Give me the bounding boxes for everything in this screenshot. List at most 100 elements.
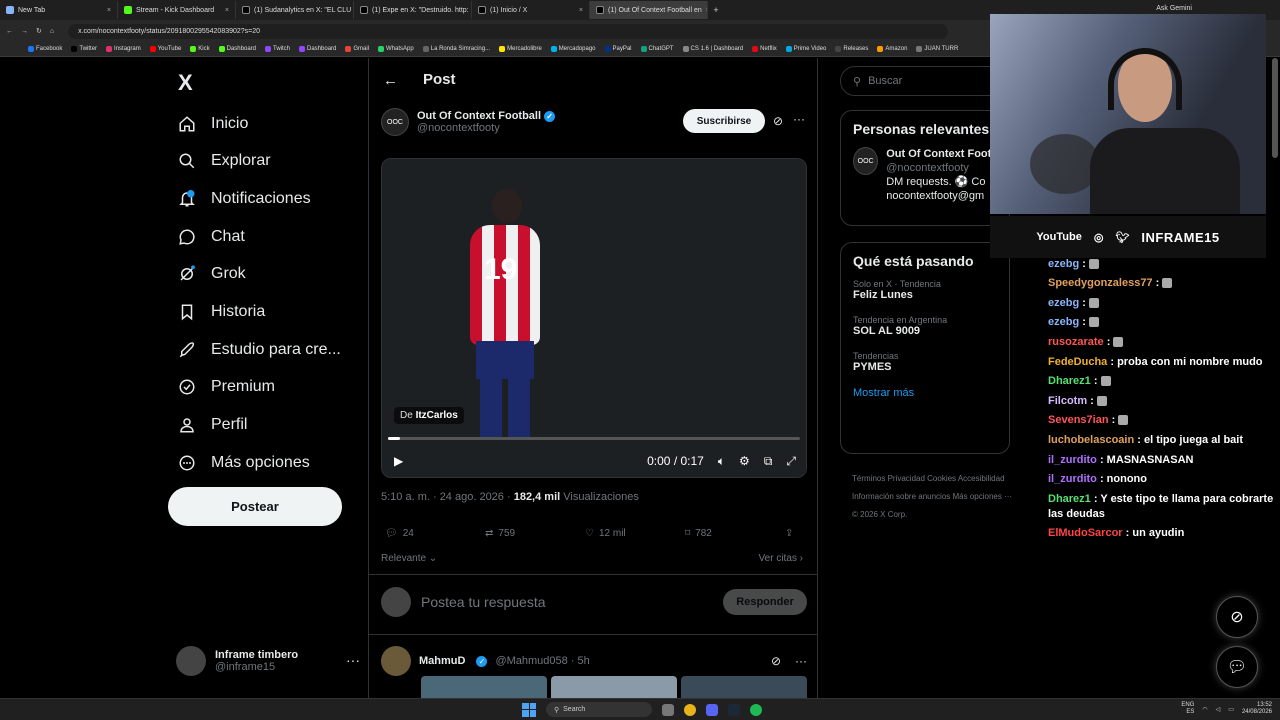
language-indicator[interactable]: ENG [1181, 702, 1194, 709]
volume-icon[interactable]: 🔈︎ [718, 454, 725, 469]
spotify-icon[interactable] [750, 703, 762, 716]
like-action[interactable]: ♡ 12 mil [585, 528, 685, 539]
nav-premium[interactable]: Premium [178, 378, 275, 396]
nav-chat[interactable]: Chat [178, 228, 245, 246]
bookmark-item[interactable]: Twitter [71, 46, 97, 52]
back-arrow-icon[interactable]: ← [6, 28, 13, 35]
nav-notifications[interactable]: Notificaciones [178, 190, 311, 208]
relevant-person[interactable]: OOC Out Of Context Football @nocontextfo… [853, 147, 997, 203]
post-button[interactable]: Postear [168, 487, 342, 526]
taskbar-search[interactable]: ⚲ Search [546, 702, 652, 717]
browser-tab[interactable]: (1) Inicio / X × [472, 1, 590, 19]
forward-arrow-icon[interactable]: → [21, 28, 28, 35]
sort-dropdown[interactable]: Relevante ⌄ [381, 553, 437, 564]
url-input[interactable]: x.com/nocontextfooty/status/209180029554… [68, 23, 949, 39]
reply-author-name[interactable]: MahmuD [419, 655, 465, 667]
bookmark-item[interactable]: Prime Video [785, 46, 826, 52]
avatar[interactable] [381, 646, 411, 676]
bookmark-item[interactable]: Instagram [106, 46, 141, 52]
browser-tab[interactable]: (1) Expe en X: "Destruido. http:× [354, 1, 472, 19]
bookmark-item[interactable]: Dashboard [299, 46, 336, 52]
settings-gear-icon[interactable]: ⚙ [739, 454, 750, 468]
share-icon[interactable]: ⇪ [785, 528, 793, 539]
clock-time[interactable]: 13:52 [1242, 702, 1272, 709]
reply-media[interactable] [421, 676, 807, 698]
author-name[interactable]: Out Of Context Football [417, 110, 541, 122]
post-timestamp[interactable]: 5:10 a. m. · 24 ago. 2026 · [381, 491, 514, 503]
repost-action[interactable]: ⇄ 759 [485, 528, 585, 539]
bookmark-item[interactable]: Gmail [345, 46, 369, 52]
bookmark-item[interactable]: CS 1.6 | Dashboard [682, 46, 743, 52]
subscribe-button[interactable]: Suscribirse [683, 109, 765, 133]
more-icon[interactable]: ··· [795, 654, 807, 668]
reply-post[interactable]: MahmuD ✓ @Mahmud058 · 5h ⊘ ··· [381, 646, 807, 676]
home-icon[interactable]: ⌂ [50, 28, 54, 35]
bookmark-item[interactable]: Facebook [28, 46, 62, 52]
nav-creator-studio[interactable]: Estudio para cre... [178, 341, 341, 359]
discord-icon[interactable] [706, 703, 718, 716]
bookmark-action[interactable]: ⌑ 782 [685, 528, 785, 539]
close-tab-icon[interactable]: × [225, 7, 229, 14]
close-tab-icon[interactable]: × [107, 7, 111, 14]
page-scrollbar[interactable] [1272, 58, 1278, 158]
trend-item[interactable]: Solo en X · Tendencia Feliz Lunes [853, 279, 997, 301]
bookmark-item[interactable]: La Ronda Simracing... [422, 46, 490, 52]
author-handle[interactable]: @nocontextfooty [417, 122, 555, 134]
bookmark-item[interactable]: PayPal [604, 46, 632, 52]
wifi-icon[interactable]: ◠ [1202, 706, 1207, 713]
bookmark-item[interactable]: Mercadolibre [499, 46, 542, 52]
clock-date[interactable]: 24/08/2026 [1242, 709, 1272, 716]
grok-icon[interactable]: ⊘ [771, 654, 781, 668]
post-author[interactable]: OOC Out Of Context Football ✓ @nocontextf… [381, 108, 556, 136]
nav-home[interactable]: Inicio [178, 115, 248, 133]
bookmark-item[interactable]: Twitch [265, 46, 290, 52]
footer-line[interactable]: Términos Privacidad Cookies Accesibilida… [852, 470, 1030, 488]
reload-icon[interactable]: ↻ [36, 27, 42, 35]
fullscreen-icon[interactable]: ⤢ [786, 454, 796, 469]
reply-input[interactable]: Postea tu respuesta [421, 594, 546, 610]
nav-more-options[interactable]: Más opciones [178, 454, 310, 472]
volume-icon[interactable]: ◁ [1216, 706, 1221, 713]
play-icon[interactable]: ▶ [394, 454, 403, 468]
grok-floating-icon[interactable]: ⊘ [1216, 596, 1258, 638]
nav-explore[interactable]: Explorar [178, 152, 271, 170]
reply-button[interactable]: Responder [723, 589, 807, 615]
bookmark-item[interactable]: Amazon [877, 46, 907, 52]
grok-icon[interactable]: ⊘ [773, 114, 783, 128]
chrome-icon[interactable] [684, 703, 696, 716]
bookmark-item[interactable]: WhatsApp [378, 46, 414, 52]
bookmark-item[interactable]: YouTube [149, 46, 181, 52]
footer-line[interactable]: Información sobre anuncios Más opciones … [852, 488, 1030, 506]
browser-tab[interactable]: (1) Sudanalytics en X: "EL CLU× [236, 1, 354, 19]
bookmark-item[interactable]: ChatGPT [640, 46, 674, 52]
browser-tab-active[interactable]: (1) Out Of Context Football en× [590, 1, 708, 19]
bookmark-item[interactable]: Dashboard [218, 46, 256, 52]
bookmark-item[interactable]: Mercadopago [550, 46, 596, 52]
nav-grok[interactable]: Grok [178, 265, 246, 283]
reply-action[interactable]: 💬︎ 24 [385, 528, 485, 539]
account-switcher[interactable]: Inframe timbero @inframe15 ··· [176, 646, 360, 676]
bookmark-item[interactable]: Netflix [752, 46, 777, 52]
search-input[interactable]: ⚲ Buscar [840, 66, 1010, 96]
nav-profile[interactable]: Perfil [178, 416, 247, 434]
more-icon[interactable]: ··· [793, 112, 805, 126]
chat-floating-icon[interactable]: 💬︎ [1216, 646, 1258, 688]
steam-icon[interactable] [728, 703, 740, 716]
task-view-icon[interactable] [662, 703, 674, 716]
bookmark-item[interactable]: JUAN TURR [916, 46, 958, 52]
x-logo[interactable]: X [178, 70, 193, 96]
close-tab-icon[interactable]: × [579, 7, 583, 14]
trend-item[interactable]: Tendencia en Argentina SOL AL 9009 [853, 315, 997, 337]
trend-item[interactable]: Tendencias PYMES [853, 351, 997, 373]
ask-gemini-button[interactable]: Ask Gemini [1156, 5, 1192, 12]
back-arrow-icon[interactable]: ← [383, 72, 398, 89]
browser-tab[interactable]: Stream - Kick Dashboard × [118, 1, 236, 19]
view-quotes-link[interactable]: Ver citas › [759, 553, 803, 564]
new-tab-button[interactable]: + [708, 5, 724, 15]
show-more-link[interactable]: Mostrar más [853, 387, 997, 399]
browser-tab[interactable]: New Tab × [0, 1, 118, 19]
nav-history[interactable]: Historia [178, 303, 265, 321]
author-avatar[interactable]: OOC [381, 108, 409, 136]
video-player[interactable]: 19 De ItzCarlos ▶ 0:00 / 0:17 🔈︎ ⚙ ⧉ ⤢ [381, 158, 807, 478]
more-icon[interactable]: ··· [346, 652, 360, 668]
